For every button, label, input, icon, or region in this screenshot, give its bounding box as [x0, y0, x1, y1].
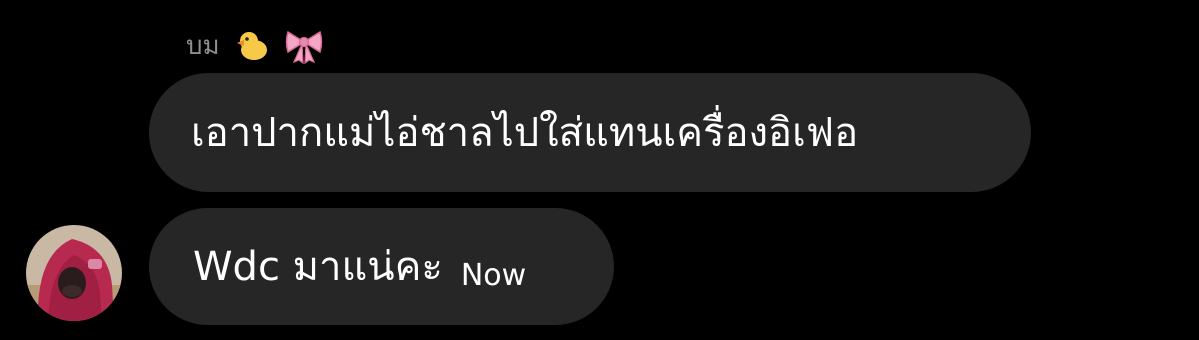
message-bubble[interactable]: เอาปากแม่ไอ่ชาลไปใส่แทนเครื่องอิเฟอ	[149, 73, 1031, 192]
sender-header: บม	[186, 26, 322, 66]
duck-icon	[234, 28, 270, 64]
message-bubble[interactable]: Wdc มาแน่คะ Now	[149, 208, 614, 325]
avatar[interactable]	[26, 225, 122, 321]
message-timestamp: Now	[460, 258, 527, 293]
bow-icon	[284, 28, 322, 65]
message-text: Wdc มาแน่คะ	[193, 243, 443, 290]
sender-name: บม	[186, 31, 220, 61]
message-text: เอาปากแม่ไอ่ชาลไปใส่แทนเครื่องอิเฟอ	[191, 109, 859, 156]
